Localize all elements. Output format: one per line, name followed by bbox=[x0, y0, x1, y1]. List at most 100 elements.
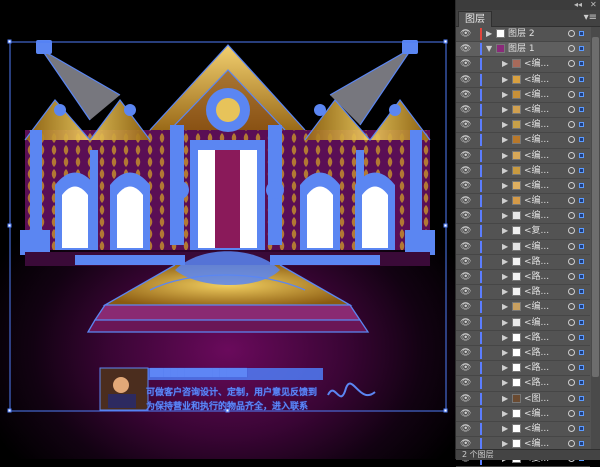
selection-square-icon[interactable] bbox=[579, 365, 584, 371]
expand-arrow-icon[interactable]: ▶ bbox=[502, 348, 508, 358]
target-circle-icon[interactable] bbox=[568, 440, 575, 448]
target-circle-icon[interactable] bbox=[568, 257, 575, 265]
selection-square-icon[interactable] bbox=[579, 380, 584, 386]
layer-name[interactable]: <路... bbox=[524, 256, 568, 268]
layer-row[interactable]: 👁 ▶ <编... bbox=[456, 422, 590, 438]
target-circle-icon[interactable] bbox=[568, 151, 575, 159]
expand-arrow-icon[interactable]: ▶ bbox=[502, 333, 508, 343]
expand-arrow-icon[interactable]: ▶ bbox=[502, 181, 508, 191]
layer-row[interactable]: 👁 ▶ <编... bbox=[456, 73, 590, 88]
expand-arrow-icon[interactable]: ▶ bbox=[502, 75, 508, 85]
visibility-eye-icon[interactable]: 👁 bbox=[460, 364, 471, 373]
visibility-eye-icon[interactable]: 👁 bbox=[460, 227, 471, 236]
panel-title-bar[interactable]: ◂◂ ✕ bbox=[456, 0, 600, 10]
layer-name[interactable]: <编... bbox=[524, 165, 568, 177]
target-circle-icon[interactable] bbox=[568, 227, 575, 235]
layer-row[interactable]: 👁 ▶ <路... bbox=[456, 285, 590, 301]
selection-square-icon[interactable] bbox=[579, 76, 584, 82]
artboard-canvas[interactable]: ▇▇▇▇▇▇▇▇▇▇▇▇▇▇ 可做客户咨询设计、定制，用户意见反馈到 为保持营业… bbox=[0, 0, 455, 459]
layer-row[interactable]: 👁 ▶ <编... bbox=[456, 316, 590, 331]
layer-name[interactable]: <编... bbox=[524, 180, 568, 192]
layer-name[interactable]: <图... bbox=[524, 393, 568, 405]
visibility-eye-icon[interactable]: 👁 bbox=[460, 151, 471, 161]
target-circle-icon[interactable] bbox=[568, 121, 575, 129]
layer-name[interactable]: <编... bbox=[524, 241, 568, 253]
expand-arrow-icon[interactable]: ▶ bbox=[502, 105, 508, 115]
expand-arrow-icon[interactable]: ▶ bbox=[502, 272, 508, 282]
layer-name[interactable]: <复... bbox=[524, 225, 568, 237]
layer-row[interactable]: 👁 ▼ 图层 1 bbox=[456, 42, 590, 58]
selection-square-icon[interactable] bbox=[579, 31, 584, 36]
layer-row[interactable]: 👁 ▶ <路... bbox=[456, 331, 590, 346]
selection-square-icon[interactable] bbox=[579, 410, 584, 416]
expand-arrow-icon[interactable]: ▶ bbox=[502, 287, 508, 297]
visibility-eye-icon[interactable]: 👁 bbox=[460, 424, 471, 434]
visibility-eye-icon[interactable]: 👁 bbox=[460, 136, 471, 145]
layer-name[interactable]: <路... bbox=[524, 347, 568, 359]
visibility-eye-icon[interactable]: 👁 bbox=[460, 75, 471, 85]
selection-square-icon[interactable] bbox=[579, 137, 584, 143]
expand-arrow-icon[interactable]: ▶ bbox=[502, 59, 508, 69]
expand-arrow-icon[interactable]: ▶ bbox=[502, 363, 508, 373]
panel-menu-icon[interactable]: ▾≡ bbox=[584, 12, 597, 24]
layer-name[interactable]: <编... bbox=[524, 195, 568, 207]
layer-row[interactable]: 👁 ▶ <路... bbox=[456, 361, 590, 377]
layer-name[interactable]: <路... bbox=[524, 286, 568, 298]
layer-row[interactable]: 👁 ▶ <图... bbox=[456, 392, 590, 407]
target-circle-icon[interactable] bbox=[568, 212, 575, 220]
visibility-eye-icon[interactable]: 👁 bbox=[460, 333, 471, 343]
target-circle-icon[interactable] bbox=[568, 197, 575, 205]
selection-square-icon[interactable] bbox=[579, 334, 584, 340]
visibility-eye-icon[interactable]: 👁 bbox=[460, 242, 471, 252]
visibility-eye-icon[interactable]: 👁 bbox=[460, 45, 471, 54]
visibility-eye-icon[interactable]: 👁 bbox=[460, 30, 471, 39]
layer-name[interactable]: <编... bbox=[524, 134, 568, 146]
visibility-eye-icon[interactable]: 👁 bbox=[460, 257, 471, 267]
layer-row[interactable]: 👁 ▶ <编... bbox=[456, 164, 590, 179]
layer-name[interactable]: <编... bbox=[524, 89, 568, 101]
layer-row[interactable]: 👁 ▶ <编... bbox=[456, 57, 590, 73]
layer-name[interactable]: <路... bbox=[524, 332, 568, 344]
close-panel-icon[interactable]: ✕ bbox=[590, 0, 597, 10]
expand-arrow-icon[interactable]: ▶ bbox=[502, 318, 508, 328]
selection-square-icon[interactable] bbox=[579, 319, 584, 325]
layer-row[interactable]: 👁 ▶ <编... bbox=[456, 149, 590, 164]
layer-row[interactable]: 👁 ▶ <编... bbox=[456, 300, 590, 316]
layer-name[interactable]: <编... bbox=[524, 74, 568, 86]
layer-name[interactable]: <编... bbox=[524, 119, 568, 131]
tab-layers[interactable]: 图层 bbox=[458, 11, 492, 27]
expand-arrow-icon[interactable]: ▶ bbox=[502, 211, 508, 221]
selection-square-icon[interactable] bbox=[579, 198, 584, 204]
target-circle-icon[interactable] bbox=[568, 379, 575, 387]
layer-row[interactable]: 👁 ▶ <路... bbox=[456, 346, 590, 362]
expand-arrow-icon[interactable]: ▶ bbox=[502, 257, 508, 267]
visibility-eye-icon[interactable]: 👁 bbox=[460, 440, 471, 449]
target-circle-icon[interactable] bbox=[568, 303, 575, 311]
layer-name[interactable]: <编... bbox=[524, 104, 568, 116]
selection-square-icon[interactable] bbox=[579, 395, 584, 401]
selection-square-icon[interactable] bbox=[579, 441, 584, 447]
visibility-eye-icon[interactable]: 👁 bbox=[460, 166, 471, 176]
layer-name[interactable]: <编... bbox=[524, 408, 568, 420]
target-circle-icon[interactable] bbox=[568, 45, 575, 53]
target-circle-icon[interactable] bbox=[568, 242, 575, 250]
layer-name[interactable]: <编... bbox=[524, 423, 568, 435]
expand-arrow-icon[interactable]: ▶ bbox=[502, 409, 508, 419]
selection-square-icon[interactable] bbox=[579, 182, 584, 188]
layer-name[interactable]: <编... bbox=[524, 58, 568, 70]
layer-name[interactable]: 图层 2 bbox=[508, 28, 552, 40]
layer-row[interactable]: 👁 ▶ <编... bbox=[456, 407, 590, 422]
selection-square-icon[interactable] bbox=[579, 106, 584, 112]
layers-scrollbar[interactable] bbox=[591, 27, 600, 449]
layer-row[interactable]: 👁 ▶ <编... bbox=[456, 194, 590, 210]
visibility-eye-icon[interactable]: 👁 bbox=[460, 288, 471, 297]
target-circle-icon[interactable] bbox=[568, 166, 575, 174]
target-circle-icon[interactable] bbox=[568, 288, 575, 296]
visibility-eye-icon[interactable]: 👁 bbox=[460, 60, 471, 69]
selection-square-icon[interactable] bbox=[579, 304, 584, 310]
target-circle-icon[interactable] bbox=[568, 273, 575, 280]
expand-arrow-icon[interactable]: ▶ bbox=[502, 439, 508, 449]
visibility-eye-icon[interactable]: 👁 bbox=[460, 121, 471, 130]
expand-arrow-icon[interactable]: ▶ bbox=[502, 120, 508, 130]
layer-name[interactable]: 图层 1 bbox=[508, 43, 552, 55]
